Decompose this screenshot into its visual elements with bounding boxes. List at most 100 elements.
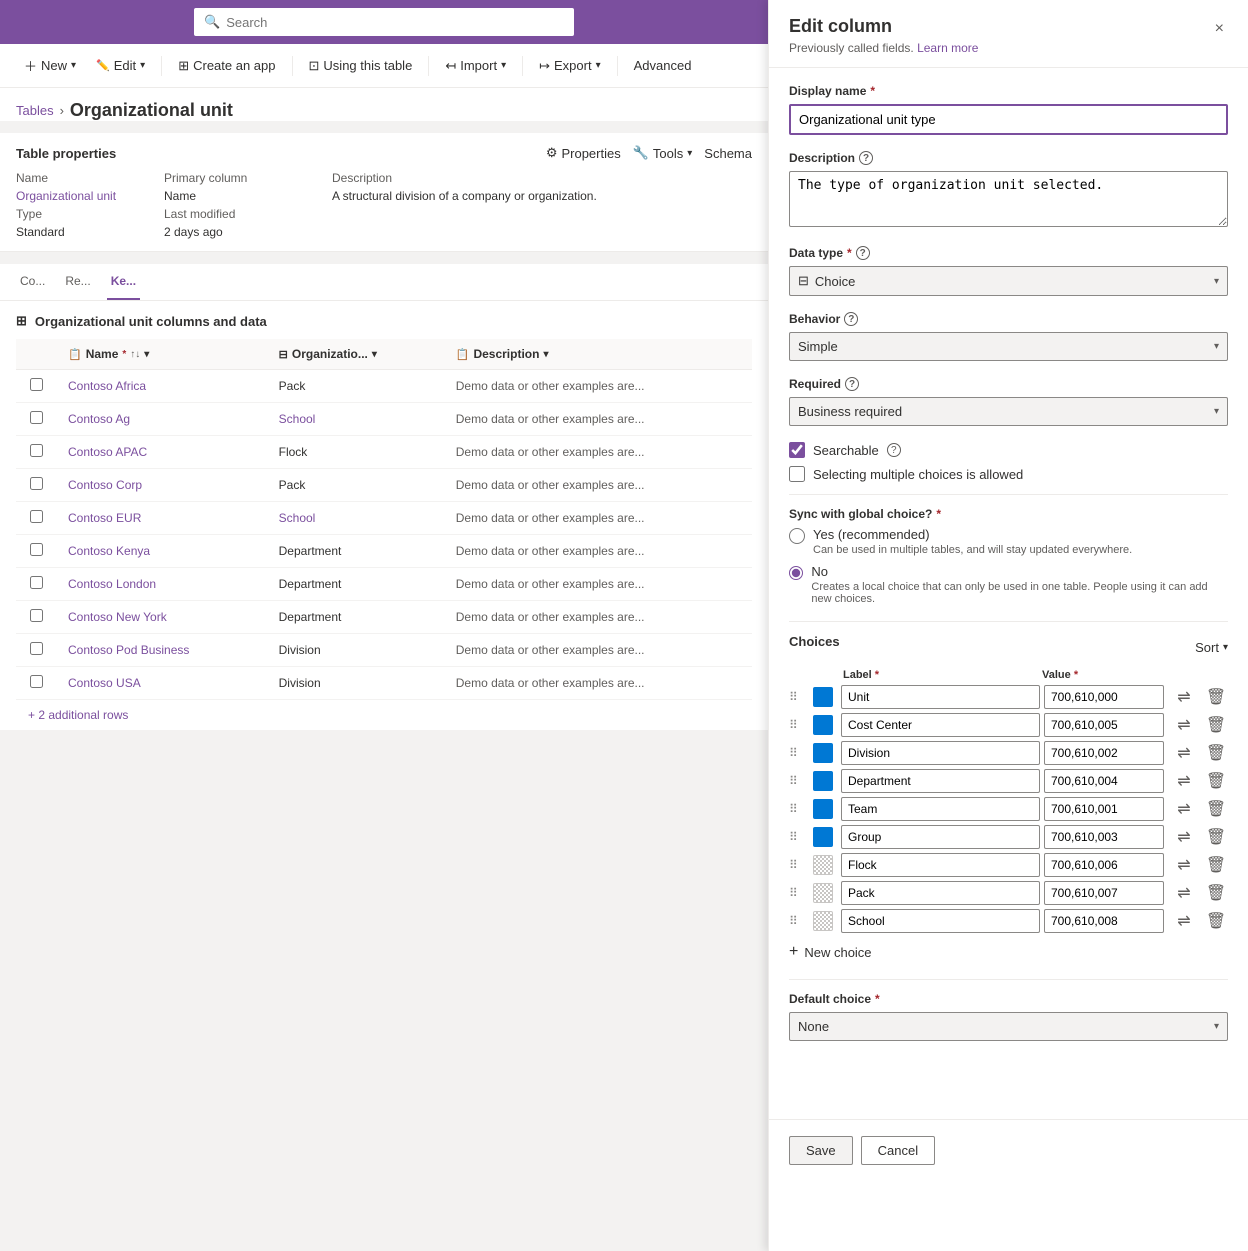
searchable-checkbox[interactable] (789, 442, 805, 458)
choice-delete-icon[interactable]: 🗑 (1204, 911, 1228, 931)
row-name-link[interactable]: Contoso APAC (68, 445, 147, 459)
drag-handle[interactable]: ⠿ (789, 830, 809, 844)
edit-button[interactable]: ✏️ Edit ▾ (88, 52, 153, 79)
color-swatch[interactable] (813, 771, 833, 791)
multiple-choices-checkbox[interactable] (789, 466, 805, 482)
default-choice-select[interactable]: None ▾ (789, 1012, 1228, 1041)
sync-yes-radio[interactable] (789, 528, 805, 544)
cancel-button[interactable]: Cancel (861, 1136, 935, 1165)
choice-label-input[interactable] (841, 769, 1040, 793)
row-checkbox[interactable] (30, 576, 43, 589)
sort-button[interactable]: Sort ▾ (1195, 640, 1228, 655)
row-name-link[interactable]: Contoso New York (68, 610, 167, 624)
more-rows-link[interactable]: + 2 additional rows (16, 700, 752, 730)
required-select[interactable]: Business required ▾ (789, 397, 1228, 426)
drag-handle[interactable]: ⠿ (789, 690, 809, 704)
choice-delete-icon[interactable]: 🗑 (1204, 687, 1228, 707)
choice-delete-icon[interactable]: 🗑 (1204, 743, 1228, 763)
sync-no-radio[interactable] (789, 565, 803, 581)
schema-button[interactable]: Schema (704, 145, 752, 161)
choice-delete-icon[interactable]: 🗑 (1204, 883, 1228, 903)
row-name-link[interactable]: Contoso London (68, 577, 156, 591)
row-checkbox[interactable] (30, 543, 43, 556)
choice-label-input[interactable] (841, 685, 1040, 709)
choice-options-icon[interactable]: ⇌ (1168, 827, 1200, 847)
color-swatch[interactable] (813, 911, 833, 931)
color-swatch[interactable] (813, 799, 833, 819)
color-swatch[interactable] (813, 855, 833, 875)
choice-delete-icon[interactable]: 🗑 (1204, 855, 1228, 875)
choice-options-icon[interactable]: ⇌ (1168, 771, 1200, 791)
col-header-description[interactable]: 📋 Description ▾ (444, 339, 752, 370)
row-name-link[interactable]: Contoso Africa (68, 379, 146, 393)
create-app-button[interactable]: ⊞ Create an app (170, 52, 283, 80)
new-button[interactable]: ＋ New ▾ (16, 50, 84, 81)
choice-label-input[interactable] (841, 797, 1040, 821)
choice-value-input[interactable] (1044, 881, 1164, 905)
tab-keys[interactable]: Ke... (107, 264, 140, 300)
choice-label-input[interactable] (841, 909, 1040, 933)
using-this-table-button[interactable]: ⊡ Using this table (301, 52, 421, 80)
choice-options-icon[interactable]: ⇌ (1168, 743, 1200, 763)
row-name-link[interactable]: Contoso USA (68, 676, 141, 690)
drag-handle[interactable]: ⠿ (789, 774, 809, 788)
drag-handle[interactable]: ⠿ (789, 718, 809, 732)
color-swatch[interactable] (813, 827, 833, 847)
choice-options-icon[interactable]: ⇌ (1168, 687, 1200, 707)
search-box[interactable]: 🔍 (194, 8, 574, 36)
row-name-link[interactable]: Contoso EUR (68, 511, 141, 525)
choice-label-input[interactable] (841, 741, 1040, 765)
choice-label-input[interactable] (841, 881, 1040, 905)
breadcrumb-parent[interactable]: Tables (16, 103, 54, 118)
color-swatch[interactable] (813, 687, 833, 707)
choice-value-input[interactable] (1044, 909, 1164, 933)
choice-value-input[interactable] (1044, 769, 1164, 793)
row-checkbox[interactable] (30, 411, 43, 424)
data-table-container[interactable]: 📋 Name * ↑↓ ▾ ⊟ Organizatio... (16, 339, 752, 730)
data-type-select[interactable]: ⊟ Choice ▾ (789, 266, 1228, 296)
drag-handle[interactable]: ⠿ (789, 858, 809, 872)
choice-value-input[interactable] (1044, 853, 1164, 877)
panel-scroll-area[interactable]: Display name * Description ? The type of… (769, 68, 1248, 1119)
tools-button[interactable]: 🔧 Tools ▾ (633, 145, 693, 161)
color-swatch[interactable] (813, 883, 833, 903)
choice-value-input[interactable] (1044, 713, 1164, 737)
add-choice-button[interactable]: + New choice (789, 937, 872, 967)
color-swatch[interactable] (813, 743, 833, 763)
row-name-link[interactable]: Contoso Corp (68, 478, 142, 492)
choice-value-input[interactable] (1044, 685, 1164, 709)
col-header-org-type[interactable]: ⊟ Organizatio... ▾ (267, 339, 444, 370)
advanced-button[interactable]: Advanced (626, 52, 700, 79)
choice-delete-icon[interactable]: 🗑 (1204, 799, 1228, 819)
behavior-select[interactable]: Simple ▾ (789, 332, 1228, 361)
display-name-input[interactable] (789, 104, 1228, 135)
tab-columns[interactable]: Co... (16, 264, 49, 300)
choice-options-icon[interactable]: ⇌ (1168, 883, 1200, 903)
description-textarea[interactable]: The type of organization unit selected. (789, 171, 1228, 227)
import-button[interactable]: ↤ Import ▾ (437, 52, 514, 80)
tab-relationships[interactable]: Re... (61, 264, 94, 300)
choice-label-input[interactable] (841, 853, 1040, 877)
drag-handle[interactable]: ⠿ (789, 746, 809, 760)
row-name-link[interactable]: Contoso Pod Business (68, 643, 189, 657)
choice-delete-icon[interactable]: 🗑 (1204, 827, 1228, 847)
row-checkbox[interactable] (30, 510, 43, 523)
choice-value-input[interactable] (1044, 825, 1164, 849)
choice-label-input[interactable] (841, 825, 1040, 849)
row-checkbox[interactable] (30, 477, 43, 490)
name-value[interactable]: Organizational unit (16, 189, 156, 203)
drag-handle[interactable]: ⠿ (789, 802, 809, 816)
choice-value-input[interactable] (1044, 797, 1164, 821)
search-input[interactable] (226, 15, 564, 30)
choice-options-icon[interactable]: ⇌ (1168, 855, 1200, 875)
properties-button[interactable]: ⚙ Properties (546, 145, 621, 161)
choice-options-icon[interactable]: ⇌ (1168, 799, 1200, 819)
row-checkbox[interactable] (30, 642, 43, 655)
choice-delete-icon[interactable]: 🗑 (1204, 715, 1228, 735)
row-checkbox[interactable] (30, 609, 43, 622)
col-header-name[interactable]: 📋 Name * ↑↓ ▾ (56, 339, 267, 370)
choice-options-icon[interactable]: ⇌ (1168, 911, 1200, 931)
row-checkbox[interactable] (30, 378, 43, 391)
learn-more-link[interactable]: Learn more (917, 41, 978, 55)
choice-options-icon[interactable]: ⇌ (1168, 715, 1200, 735)
